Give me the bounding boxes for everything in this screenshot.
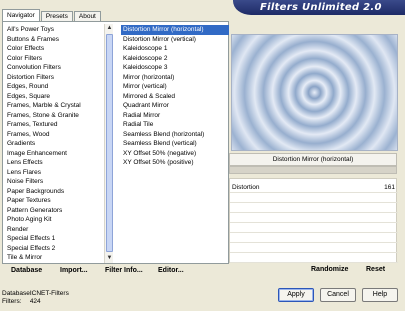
filter-item[interactable]: Quadrant Mirror bbox=[121, 101, 229, 111]
filter-item[interactable]: Kaleidoscope 2 bbox=[121, 54, 229, 64]
control-row-distortion[interactable]: Distortion 161 bbox=[230, 183, 398, 193]
control-row-empty bbox=[230, 233, 398, 243]
category-item[interactable]: Paper Textures bbox=[6, 196, 102, 206]
status-database-label: Database: bbox=[2, 290, 32, 297]
navigator-panel: All's Power Toys Buttons & Frames Color Ef… bbox=[2, 21, 229, 264]
category-item[interactable]: Distortion Filters bbox=[6, 73, 102, 83]
control-name: Distortion bbox=[232, 184, 260, 191]
category-item[interactable]: Pattern Generators bbox=[6, 206, 102, 216]
category-item[interactable]: Color Effects bbox=[6, 44, 102, 54]
control-row-empty bbox=[230, 193, 398, 203]
filter-item[interactable]: Distortion Mirror (vertical) bbox=[121, 35, 229, 45]
status-filters-value: 424 bbox=[29, 297, 41, 305]
filters-unlimited-dialog: Filters Unlimited 2.0 Navigator Presets … bbox=[0, 0, 405, 311]
category-item[interactable]: Color Filters bbox=[6, 54, 102, 64]
left-button-bar: Database Import... Filter Info... Editor… bbox=[2, 265, 229, 279]
category-item[interactable]: Gradients bbox=[6, 139, 102, 149]
control-row-empty bbox=[230, 203, 398, 213]
category-item[interactable]: Image Enhancement bbox=[6, 149, 102, 159]
tab-about[interactable]: About bbox=[73, 11, 101, 21]
filter-list[interactable]: Distortion Mirror (horizontal) Distortion… bbox=[121, 25, 229, 168]
filter-info-button[interactable]: Filter Info... bbox=[105, 267, 143, 274]
control-row-empty bbox=[230, 253, 398, 263]
category-list[interactable]: All's Power Toys Buttons & Frames Color Ef… bbox=[6, 25, 102, 263]
filter-item[interactable]: Radial Tile bbox=[121, 120, 229, 130]
category-item[interactable]: Special Effects 2 bbox=[6, 244, 102, 254]
filter-item[interactable]: Seamless Blend (vertical) bbox=[121, 139, 229, 149]
tab-presets[interactable]: Presets bbox=[40, 11, 73, 21]
status-database-value: ICNET-Filters bbox=[29, 290, 69, 297]
category-item[interactable]: Paper Backgrounds bbox=[6, 187, 102, 197]
editor-button[interactable]: Editor... bbox=[158, 267, 184, 274]
category-item[interactable]: Convolution Filters bbox=[6, 63, 102, 73]
reset-button[interactable]: Reset bbox=[366, 266, 385, 273]
banner-title: Filters Unlimited 2.0 bbox=[260, 2, 382, 13]
filter-item[interactable]: Mirrored & Scaled bbox=[121, 92, 229, 102]
apply-button[interactable]: Apply bbox=[278, 288, 314, 302]
control-row-empty bbox=[230, 243, 398, 253]
preview-divider bbox=[229, 166, 397, 174]
randomize-button[interactable]: Randomize bbox=[311, 266, 348, 273]
category-item[interactable]: Special Effects 1 bbox=[6, 234, 102, 244]
category-item[interactable]: Frames, Wood bbox=[6, 130, 102, 140]
category-item[interactable]: Lens Effects bbox=[6, 158, 102, 168]
database-button[interactable]: Database bbox=[11, 267, 42, 274]
category-item[interactable]: Render bbox=[6, 225, 102, 235]
cancel-button[interactable]: Cancel bbox=[320, 288, 356, 302]
scroll-down-icon[interactable]: ▼ bbox=[106, 255, 113, 262]
tab-navigator[interactable]: Navigator bbox=[2, 9, 40, 21]
category-item[interactable]: Frames, Textured bbox=[6, 120, 102, 130]
preview-filter-title: Distortion Mirror (horizontal) bbox=[229, 153, 397, 166]
filter-controls: Distortion 161 bbox=[229, 178, 398, 263]
filter-item[interactable]: XY Offset 50% (positive) bbox=[121, 158, 229, 168]
scrollbar-thumb[interactable] bbox=[106, 34, 113, 252]
filter-item[interactable]: Seamless Blend (horizontal) bbox=[121, 130, 229, 140]
help-button[interactable]: Help bbox=[362, 288, 398, 302]
category-item[interactable]: Edges, Square bbox=[6, 92, 102, 102]
scroll-up-icon[interactable]: ▲ bbox=[106, 25, 113, 32]
category-item[interactable]: All's Power Toys bbox=[6, 25, 102, 35]
category-item[interactable]: Lens Flares bbox=[6, 168, 102, 178]
preview-image bbox=[231, 34, 398, 151]
filter-item[interactable]: Mirror (horizontal) bbox=[121, 73, 229, 83]
filter-item[interactable]: Kaleidoscope 3 bbox=[121, 63, 229, 73]
category-scrollbar[interactable]: ▲ ▼ bbox=[104, 24, 113, 263]
control-row-empty bbox=[230, 223, 398, 233]
filter-item[interactable]: Kaleidoscope 1 bbox=[121, 44, 229, 54]
status-info: Database: ICNET-Filters Filters: 424 bbox=[2, 290, 69, 305]
category-item[interactable]: Frames, Marble & Crystal bbox=[6, 101, 102, 111]
category-item[interactable]: Noise Filters bbox=[6, 177, 102, 187]
filter-item[interactable]: XY Offset 50% (negative) bbox=[121, 149, 229, 159]
filter-item[interactable]: Radial Mirror bbox=[121, 111, 229, 121]
category-item[interactable]: Edges, Round bbox=[6, 82, 102, 92]
category-item[interactable]: Buttons & Frames bbox=[6, 35, 102, 45]
category-item[interactable]: Tile & Mirror bbox=[6, 253, 102, 263]
category-item[interactable]: Frames, Stone & Granite bbox=[6, 111, 102, 121]
filter-item[interactable]: Distortion Mirror (horizontal) bbox=[121, 25, 229, 35]
status-filters-label: Filters: bbox=[2, 297, 22, 305]
category-item[interactable]: Photo Aging Kit bbox=[6, 215, 102, 225]
tab-strip: Navigator Presets About bbox=[2, 9, 102, 21]
filter-item[interactable]: Mirror (vertical) bbox=[121, 82, 229, 92]
control-row-empty bbox=[230, 213, 398, 223]
control-value[interactable]: 161 bbox=[384, 184, 395, 191]
import-button[interactable]: Import... bbox=[60, 267, 88, 274]
